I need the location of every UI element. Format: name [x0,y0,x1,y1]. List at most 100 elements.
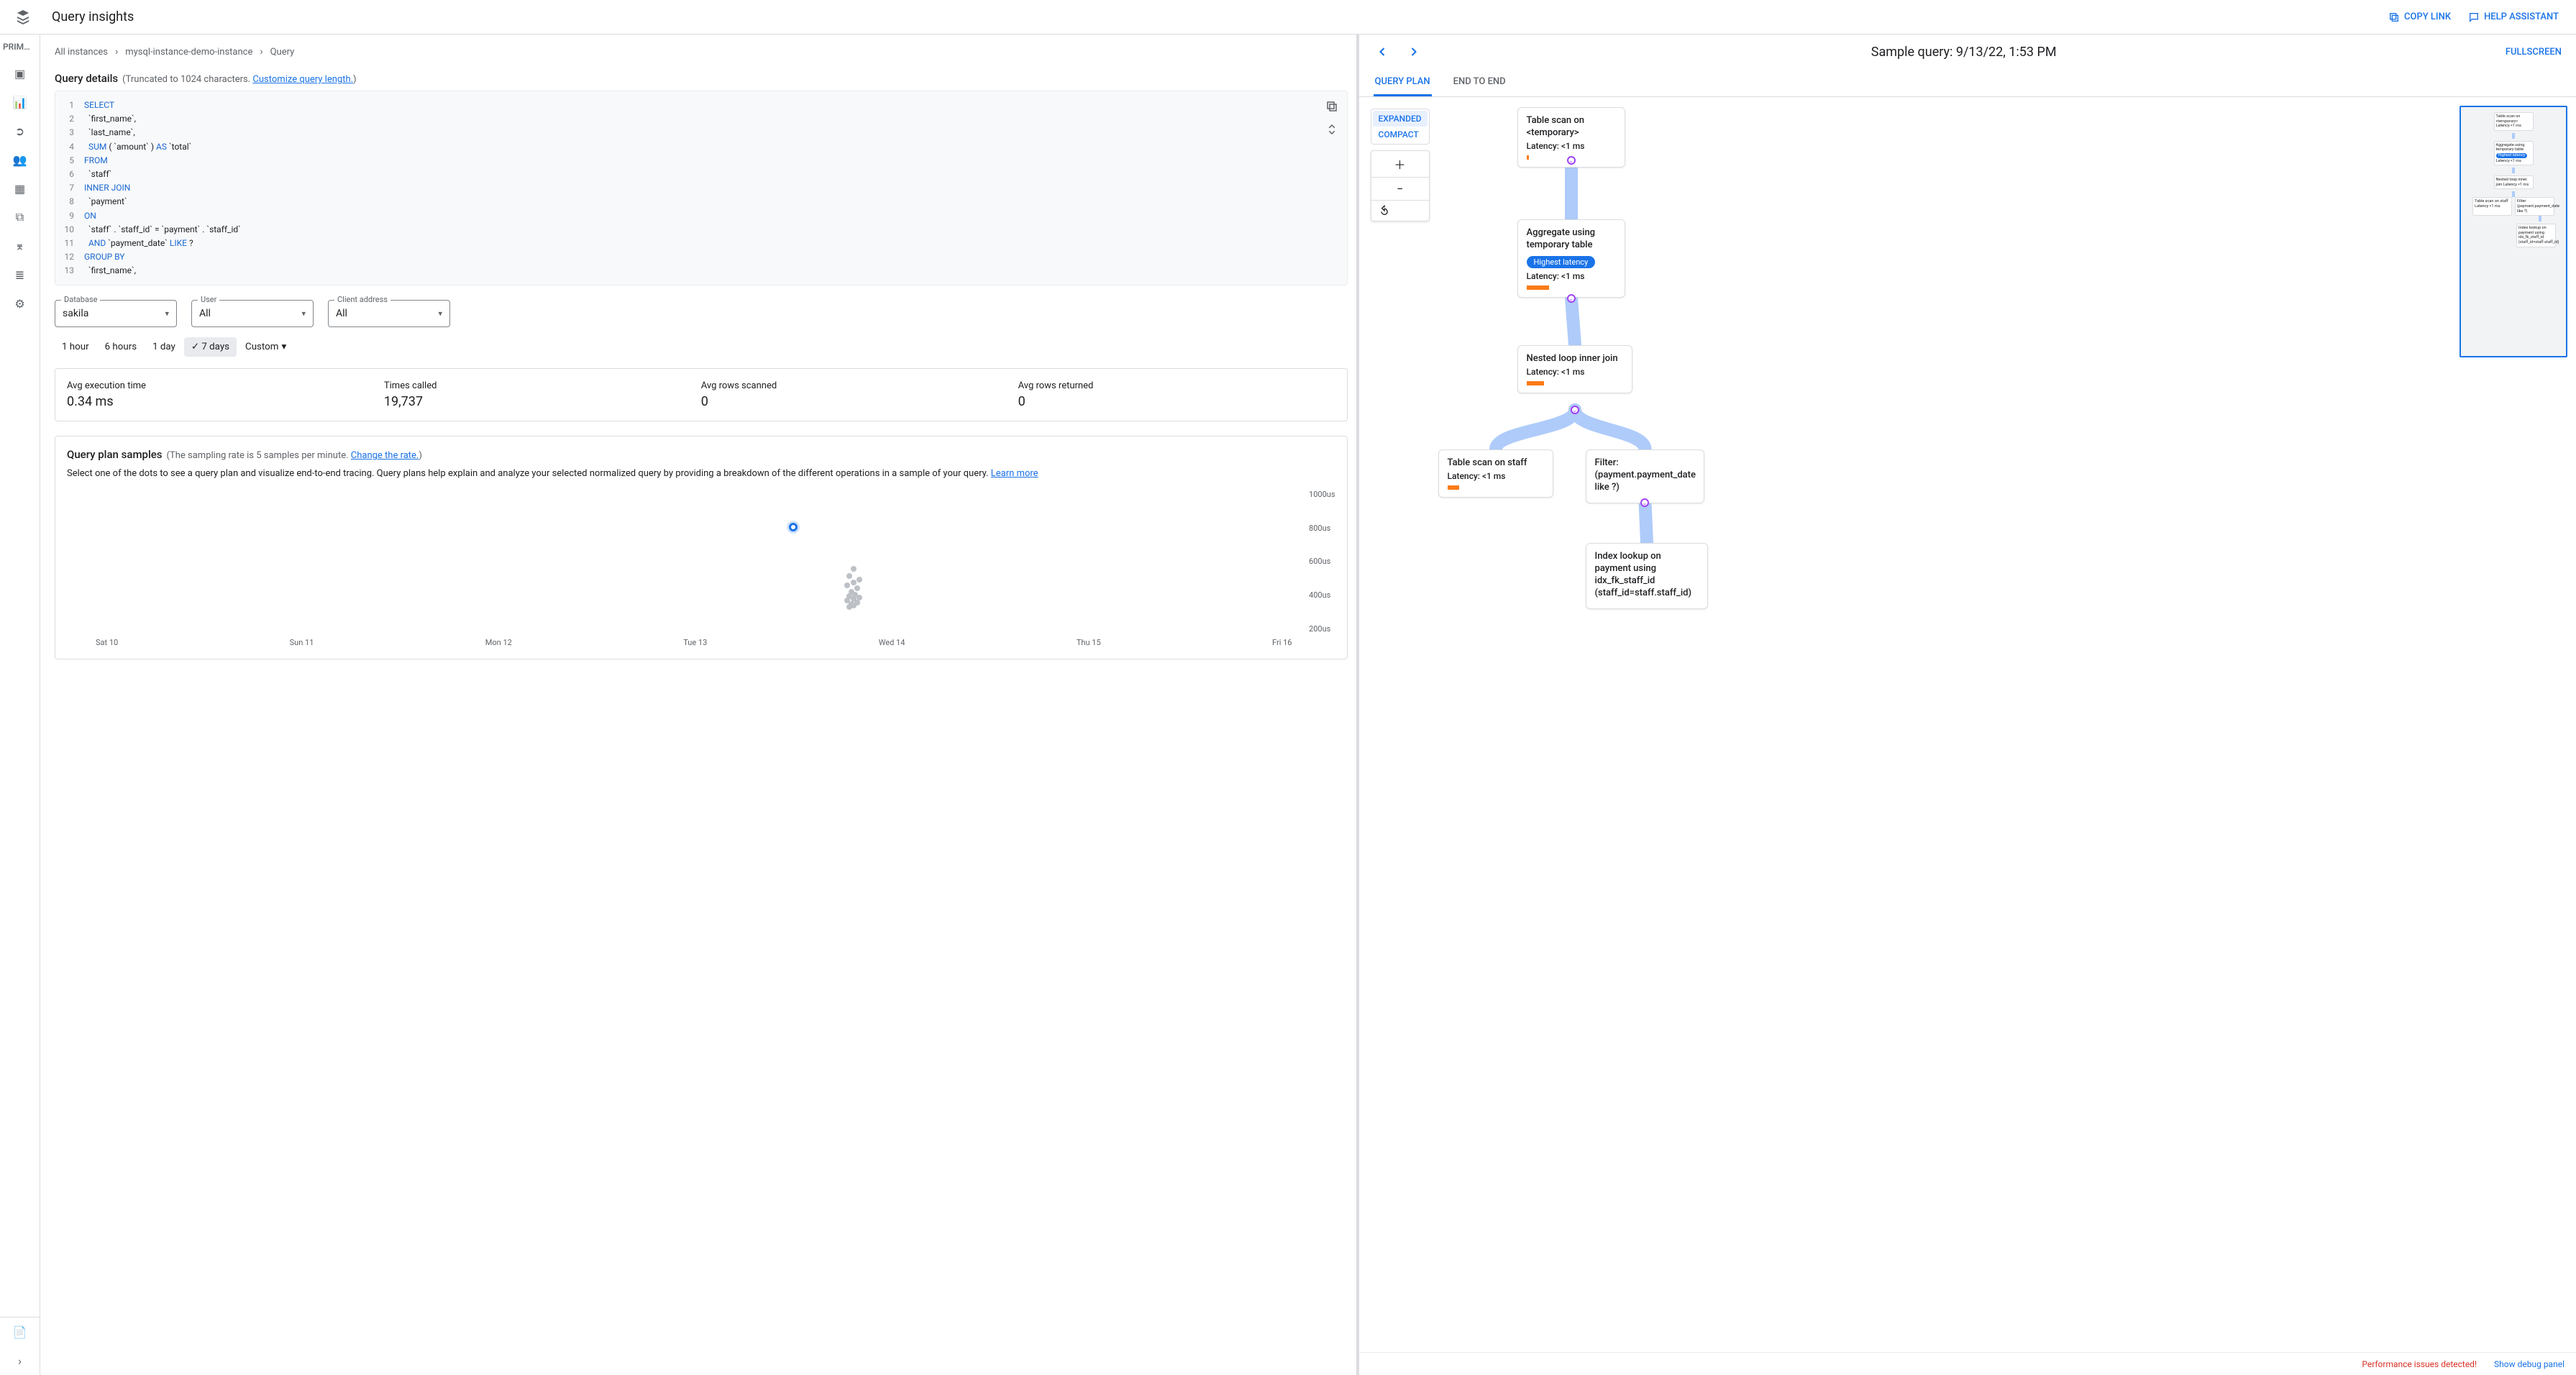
client-value: All [336,308,425,319]
user-select[interactable]: User All [191,300,314,327]
range-1day[interactable]: 1 day [145,337,183,357]
sql-code-block: 1SELECT2 `first_name`,3 `last_name`,4 SU… [55,91,1348,285]
breadcrumb-root[interactable]: All instances [55,47,108,58]
client-select[interactable]: Client address All [328,300,450,327]
minimap[interactable]: Table scan on <temporary> Latency <1 ms … [2459,106,2567,357]
sample-dot[interactable] [857,577,862,583]
breadcrumb: All instances › mysql-instance-demo-inst… [55,46,1348,58]
database-label: Database [61,295,100,304]
database-value: sakila [63,308,152,319]
plan-node[interactable]: Nested loop inner joinLatency: <1 ms [1517,345,1632,393]
zoom-in-button[interactable]: ＋ [1371,151,1429,178]
plan-node[interactable]: Table scan on staffLatency: <1 ms [1438,449,1553,498]
user-value: All [199,308,288,319]
range-6hours[interactable]: 6 hours [98,337,144,357]
sample-dot[interactable] [851,566,857,572]
help-assistant-button[interactable]: HELP ASSISTANT [2462,7,2564,27]
plan-view[interactable]: EXPANDED COMPACT ＋ − Table [1359,97,2576,1352]
chevron-right-icon: › [115,46,118,58]
chat-icon [2468,12,2480,23]
change-rate-link[interactable]: Change the rate. [351,450,419,461]
left-panel: All instances › mysql-instance-demo-inst… [40,35,1359,1375]
mini-node: Filter: (payment.payment_date like ?) [2515,197,2554,216]
copy-icon [2388,12,2400,23]
sample-dot[interactable] [844,583,850,588]
doc-icon[interactable]: 📄 [0,1317,40,1346]
next-sample-button[interactable] [1405,43,1422,60]
mini-node: Aggregate using temporary table Highest … [2494,141,2534,165]
mini-node: Table scan on staff Latency <1 ms [2472,197,2512,216]
zoom-out-button[interactable]: − [1371,178,1429,201]
breadcrumb-leaf: Query [270,47,295,58]
range-7days[interactable]: 7 days [184,337,237,357]
customize-length-link[interactable]: Customize query length. [252,74,353,85]
insights-icon[interactable]: 📊 [0,88,40,117]
sample-dot[interactable] [846,573,852,579]
chevron-right-icon [1407,45,1421,59]
help-assistant-label: HELP ASSISTANT [2484,12,2559,22]
zoom-controls: ＋ − [1371,150,1430,221]
truncate-note: (Truncated to 1024 characters. Customize… [122,74,356,85]
mini-node: Table scan on <temporary> Latency <1 ms [2494,112,2534,131]
database-select[interactable]: Database sakila [55,300,177,327]
plan-node[interactable]: Filter: (payment.payment_date like ?) [1586,449,1704,503]
left-nav-header: PRIM… [0,35,40,59]
mini-node: Index lookup on payment using idx_fk_sta… [2516,224,2556,247]
avg-exec-label: Avg execution time [67,380,384,391]
rows-scanned-value: 0 [701,394,1018,409]
plan-samples-heading: Query plan samples [67,448,163,461]
list-icon[interactable]: ≣ [0,260,40,289]
settings2-icon[interactable]: ⚙ [0,289,40,318]
zoom-reset-button[interactable] [1371,201,1429,221]
plan-samples-card: Query plan samples (The sampling rate is… [55,436,1348,659]
learn-more-link[interactable]: Learn more [991,468,1038,479]
avg-exec-value: 0.34 ms [67,394,384,409]
dashboard-icon[interactable]: ▣ [0,59,40,88]
query-details-heading: Query details [55,72,118,85]
compact-toggle[interactable]: COMPACT [1373,127,1428,142]
product-logo [12,6,35,29]
sample-dot[interactable] [851,580,857,585]
tab-query-plan[interactable]: QUERY PLAN [1374,69,1432,96]
undo-icon [1379,205,1390,216]
left-nav: PRIM… ▣📊➲👥▦⧉⌆≣⚙ 📄› [0,35,40,1375]
right-panel: Sample query: 9/13/22, 1:53 PM FULLSCREE… [1359,35,2576,1375]
prev-sample-button[interactable] [1374,43,1391,60]
hierarchy-icon[interactable]: ⌆ [0,232,40,260]
breadcrumb-instance[interactable]: mysql-instance-demo-instance [125,47,252,58]
range-custom[interactable]: Custom ▾ [238,337,293,357]
time-range-row: 1 hour6 hours1 day7 daysCustom ▾ [55,337,1348,357]
times-called-label: Times called [384,380,701,391]
expanded-toggle[interactable]: EXPANDED [1373,111,1428,127]
collapse-sql-button[interactable] [1323,120,1341,139]
sample-chart[interactable]: 1000us800us600us400us200us [67,490,1335,634]
import-icon[interactable]: ➲ [0,117,40,145]
sample-dot[interactable] [854,585,860,591]
unfold-less-icon [1325,123,1338,136]
expand-icon[interactable]: › [0,1346,40,1375]
fullscreen-button[interactable]: FULLSCREEN [2506,47,2562,58]
sample-dot[interactable] [846,604,852,610]
user-label: User [198,295,219,304]
times-called-value: 19,737 [384,394,701,409]
copy-link-label: COPY LINK [2404,12,2451,22]
sample-dot[interactable] [789,523,798,531]
users-icon[interactable]: 👥 [0,145,40,174]
plan-samples-desc: Select one of the dots to see a query pl… [67,467,1335,481]
show-debug-link[interactable]: Show debug panel [2494,1359,2564,1369]
plan-node[interactable]: Aggregate using temporary tableHighest l… [1517,219,1625,298]
chevron-left-icon [1375,45,1389,59]
view-toggle: EXPANDED COMPACT [1371,109,1430,145]
copy-link-button[interactable]: COPY LINK [2383,7,2457,27]
tab-end-to-end[interactable]: END TO END [1452,69,1507,96]
mini-node: Nested loop inner join Latency <1 ms [2494,175,2534,189]
range-1hour[interactable]: 1 hour [55,337,96,357]
copy-icon[interactable]: ⧉ [0,203,40,232]
rows-scanned-label: Avg rows scanned [701,380,1018,391]
sample-query-title: Sample query: 9/13/22, 1:53 PM [1437,45,2491,60]
table-icon[interactable]: ▦ [0,174,40,203]
rows-returned-label: Avg rows returned [1018,380,1335,391]
copy-sql-button[interactable] [1323,97,1341,116]
plan-node[interactable]: Index lookup on payment using idx_fk_sta… [1586,543,1708,609]
topbar: Query insights COPY LINK HELP ASSISTANT [0,0,2576,35]
